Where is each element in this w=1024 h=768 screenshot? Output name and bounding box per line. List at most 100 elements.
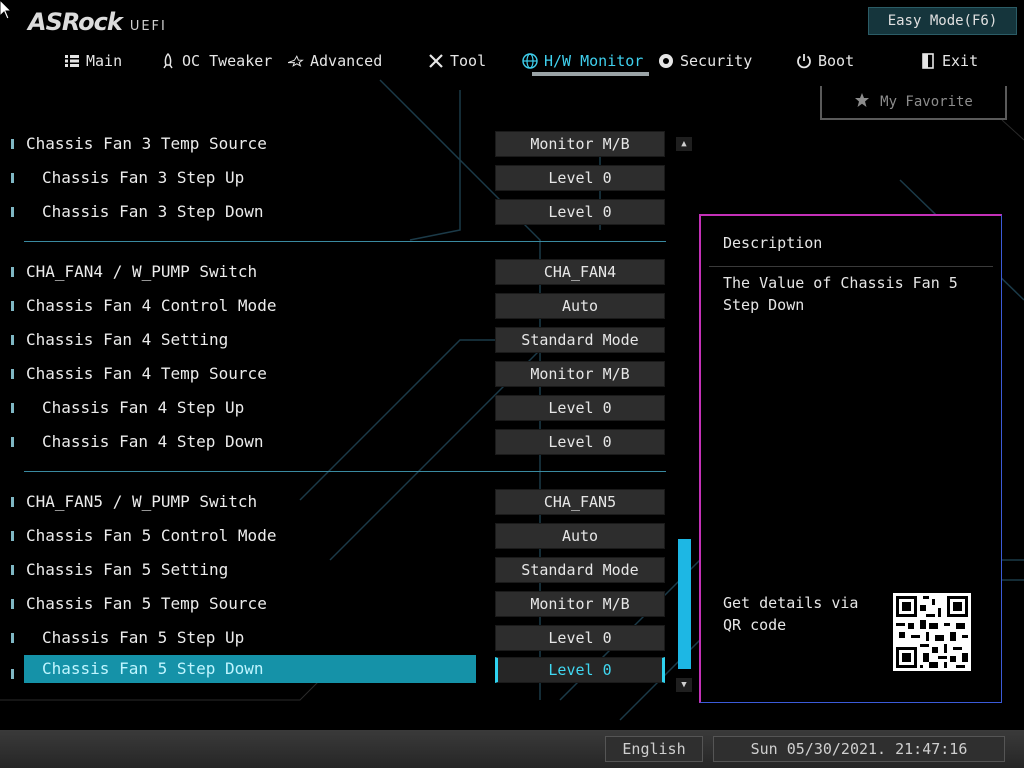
description-divider [709,266,993,267]
setting-label: Chassis Fan 5 Step Down [24,655,476,683]
setting-label: CHA_FAN4 / W_PUMP Switch [26,262,258,281]
tab-oc-tweaker[interactable]: OC Tweaker [160,46,272,76]
scroll-down-icon[interactable]: ▼ [676,678,692,692]
setting-value[interactable]: Monitor M/B [495,131,665,157]
description-title: Description [723,234,823,252]
setting-row[interactable]: Chassis Fan 4 Step Down Level 0 [0,425,680,459]
setting-row[interactable]: Chassis Fan 4 Control Mode Auto [0,289,680,323]
row-marker [11,267,14,277]
setting-label: Chassis Fan 5 Setting [26,560,229,579]
setting-label: Chassis Fan 4 Step Down [42,432,264,451]
row-marker [11,437,14,447]
tab-label: Exit [942,52,979,70]
description-panel: Description The Value of Chassis Fan 5 S… [699,214,1002,703]
easy-mode-button[interactable]: Easy Mode(F6) [868,7,1017,35]
setting-value[interactable]: Level 0 [495,199,665,225]
setting-value[interactable]: Standard Mode [495,557,665,583]
setting-row[interactable]: CHA_FAN4 / W_PUMP Switch CHA_FAN4 [0,255,680,289]
globe-icon [522,53,538,69]
setting-row[interactable]: Chassis Fan 4 Temp Source Monitor M/B [0,357,680,391]
main-nav: Main OC Tweaker Advanced Tool H/W Monito… [0,46,1024,80]
setting-value[interactable]: CHA_FAN4 [495,259,665,285]
setting-value[interactable]: CHA_FAN5 [495,489,665,515]
star-icon [854,92,870,112]
row-marker [11,173,14,183]
logo-text: ASRock [28,8,123,36]
row-marker [11,599,14,609]
logo-suffix: UEFI [129,19,167,34]
setting-label: Chassis Fan 4 Step Up [42,398,245,417]
row-marker [11,139,14,149]
rocket-icon [160,53,176,69]
setting-value[interactable]: Level 0 [495,165,665,191]
setting-label: Chassis Fan 3 Step Down [42,202,264,221]
tab-security[interactable]: Security [658,46,752,76]
row-marker [11,497,14,507]
tab-main[interactable]: Main [64,46,122,76]
asrock-logo: ASRock UEFI [28,8,167,36]
language-button[interactable]: English [605,736,703,762]
setting-row[interactable]: Chassis Fan 4 Step Up Level 0 [0,391,680,425]
setting-label: Chassis Fan 5 Step Up [42,628,245,647]
tab-label: OC Tweaker [182,52,273,70]
row-marker [11,669,14,679]
setting-label: Chassis Fan 3 Temp Source [26,134,267,153]
tab-label: Boot [818,52,855,70]
setting-row[interactable]: Chassis Fan 4 Setting Standard Mode [0,323,680,357]
setting-row[interactable]: Chassis Fan 5 Temp Source Monitor M/B [0,587,680,621]
setting-value[interactable]: Level 0 [495,625,665,651]
tab-boot[interactable]: Boot [796,46,854,76]
tab-tool[interactable]: Tool [428,46,486,76]
active-tab-indicator [532,72,650,76]
setting-row[interactable]: Chassis Fan 3 Temp Source Monitor M/B [0,127,680,161]
setting-value[interactable]: Level 0 [495,657,665,683]
description-text: The Value of Chassis Fan 5 Step Down [723,274,958,314]
setting-label: Chassis Fan 5 Control Mode [26,526,277,545]
mouse-pointer-icon [0,0,12,20]
setting-row-selected[interactable]: Chassis Fan 5 Step Down Level 0 [0,655,680,691]
setting-label: CHA_FAN5 / W_PUMP Switch [26,492,258,511]
tab-advanced[interactable]: Advanced [288,46,382,76]
setting-value[interactable]: Auto [495,523,665,549]
qr-code-icon [893,593,971,671]
setting-value[interactable]: Level 0 [495,395,665,421]
section-divider [24,241,666,242]
setting-label: Chassis Fan 4 Setting [26,330,229,349]
setting-row[interactable]: Chassis Fan 5 Step Up Level 0 [0,621,680,655]
row-marker [11,403,14,413]
power-icon [796,53,812,69]
tab-hw-monitor[interactable]: H/W Monitor [522,46,650,76]
tab-label: Tool [450,52,487,70]
section-divider [24,471,666,472]
setting-value[interactable]: Standard Mode [495,327,665,353]
setting-value[interactable]: Monitor M/B [495,591,665,617]
tools-icon [428,53,444,69]
exit-icon [920,53,936,69]
qr-caption: Get details via QR code [723,594,859,634]
setting-row[interactable]: Chassis Fan 3 Step Down Level 0 [0,195,680,229]
setting-value[interactable]: Level 0 [495,429,665,455]
my-favorite-button[interactable]: My Favorite [820,86,1007,120]
row-marker [11,565,14,575]
row-marker [11,369,14,379]
setting-label: Chassis Fan 5 Temp Source [26,594,267,613]
datetime-display: Sun 05/30/2021. 21:47:16 [713,736,1005,762]
tab-label: H/W Monitor [544,52,644,70]
setting-row[interactable]: Chassis Fan 5 Setting Standard Mode [0,553,680,587]
tab-exit[interactable]: Exit [920,46,978,76]
setting-row[interactable]: Chassis Fan 3 Step Up Level 0 [0,161,680,195]
setting-label: Chassis Fan 4 Temp Source [26,364,267,383]
setting-row[interactable]: Chassis Fan 5 Control Mode Auto [0,519,680,553]
setting-value[interactable]: Auto [495,293,665,319]
setting-label: Chassis Fan 3 Step Up [42,168,245,187]
scroll-up-icon[interactable]: ▲ [676,137,692,151]
setting-value[interactable]: Monitor M/B [495,361,665,387]
tab-label: Main [86,52,123,70]
scrollbar-thumb[interactable] [678,539,691,669]
tab-label: Advanced [310,52,383,70]
row-marker [11,531,14,541]
tab-label: Security [680,52,753,70]
setting-row[interactable]: CHA_FAN5 / W_PUMP Switch CHA_FAN5 [0,485,680,519]
star-outline-icon [288,53,304,69]
row-marker [11,335,14,345]
